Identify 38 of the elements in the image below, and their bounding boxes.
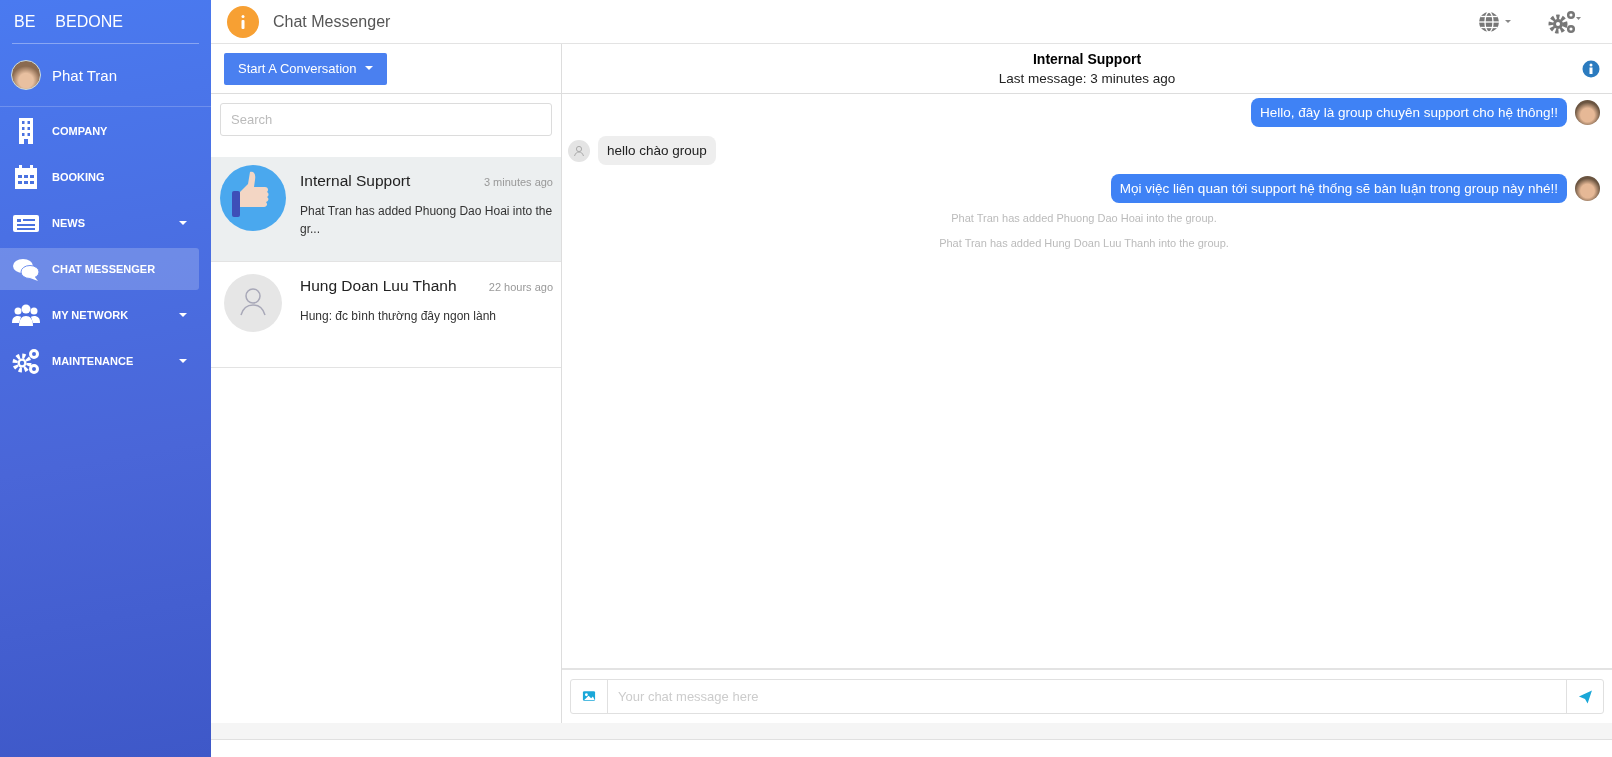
conversation-preview: Phat Tran has added Phuong Dao Hoai into the gr...: [300, 203, 553, 238]
conversation-time: 3 minutes ago: [483, 176, 553, 188]
message-bubble: Hello, đây là group chuyên support cho hệ thông!!: [1251, 98, 1567, 127]
calendar-icon: [12, 163, 40, 191]
message-bubble: Mọi việc liên quan tới support hệ thống sẽ bàn luận trong group này nhé!!: [1110, 174, 1567, 203]
caret-icon: [364, 66, 373, 71]
info-icon[interactable]: [1582, 60, 1600, 78]
sidebar-item[interactable]: CHAT MESSENGER: [0, 248, 199, 290]
system-message: Phat Tran has added Phuong Dao Hoai into the group.: [950, 212, 1218, 226]
page-title: Chat Messenger: [273, 12, 391, 31]
sidebar-item[interactable]: BOOKING: [0, 156, 199, 198]
user-avatar: [11, 60, 41, 90]
globe-icon[interactable]: [1478, 10, 1512, 33]
sidebar-item[interactable]: MAINTENANCE: [0, 340, 199, 382]
person-avatar-icon: [568, 139, 590, 162]
conversation-item[interactable]: Hung Doan Luu Thanh 22 hours ago Hung: đc bình thường đây ngon lành: [211, 262, 561, 368]
settings-icon[interactable]: [1548, 9, 1582, 34]
conversation-preview: Hung: đc bình thường đây ngon lành: [300, 308, 498, 325]
conversation-name: Internal Support: [300, 172, 411, 190]
sidebar-item[interactable]: NEWS: [0, 202, 199, 244]
message-bubble: hello chào group: [598, 136, 716, 165]
system-message: Phat Tran has added Hung Doan Luu Thanh into the group.: [938, 237, 1230, 251]
sidebar-item[interactable]: COMPANY: [0, 110, 199, 152]
user-avatar: [1575, 100, 1600, 125]
chat-subtitle: Last message: 3 minutes ago: [997, 71, 1177, 86]
search-field[interactable]: Search: [220, 103, 552, 136]
user-avatar: [1575, 176, 1600, 201]
conversation-item[interactable]: Internal Support 3 minutes ago Phat Tran has added Phuong Dao Hoai into the gr...: [211, 157, 561, 262]
chat-title: Internal Support: [1031, 51, 1143, 67]
thumbs-up-avatar-icon: [220, 165, 286, 231]
brand-logo-text: BE: [14, 12, 36, 31]
brand-name: BEDONE: [55, 12, 123, 31]
start-conversation-button[interactable]: Start A Conversation: [224, 52, 387, 85]
conversation-name: Hung Doan Luu Thanh: [300, 277, 457, 295]
gears-icon: [12, 347, 40, 375]
sidebar-item[interactable]: MY NETWORK: [0, 294, 199, 336]
user-name: Phat Tran: [52, 66, 118, 84]
conversation-time: 22 hours ago: [488, 281, 553, 293]
